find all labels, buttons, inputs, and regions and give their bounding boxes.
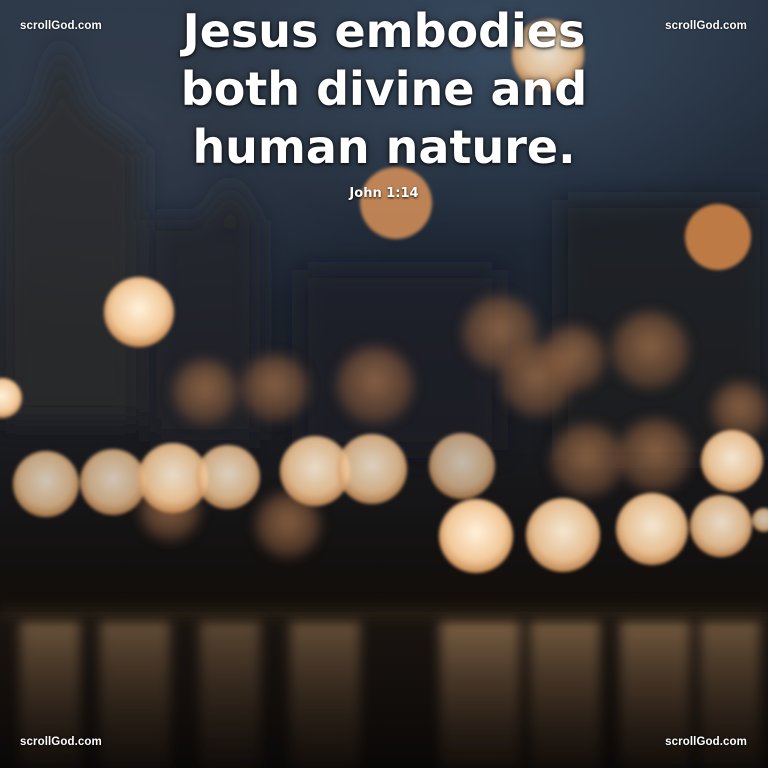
quote-text: Jesus embodies both divine and human nat…: [0, 2, 768, 176]
quote-image: Jesus embodies both divine and human nat…: [0, 0, 768, 768]
watermark-bottom-right: scrollGod.com: [665, 736, 747, 748]
watermark-top-right: scrollGod.com: [665, 20, 747, 32]
quote-line: Jesus embodies: [182, 4, 586, 58]
watermark-top-left: scrollGod.com: [20, 20, 102, 32]
watermark-bottom-left: scrollGod.com: [20, 736, 102, 748]
quote-line: human nature.: [192, 120, 576, 174]
scripture-reference: John 1:14: [349, 186, 419, 201]
quote-line: both divine and: [180, 62, 588, 116]
